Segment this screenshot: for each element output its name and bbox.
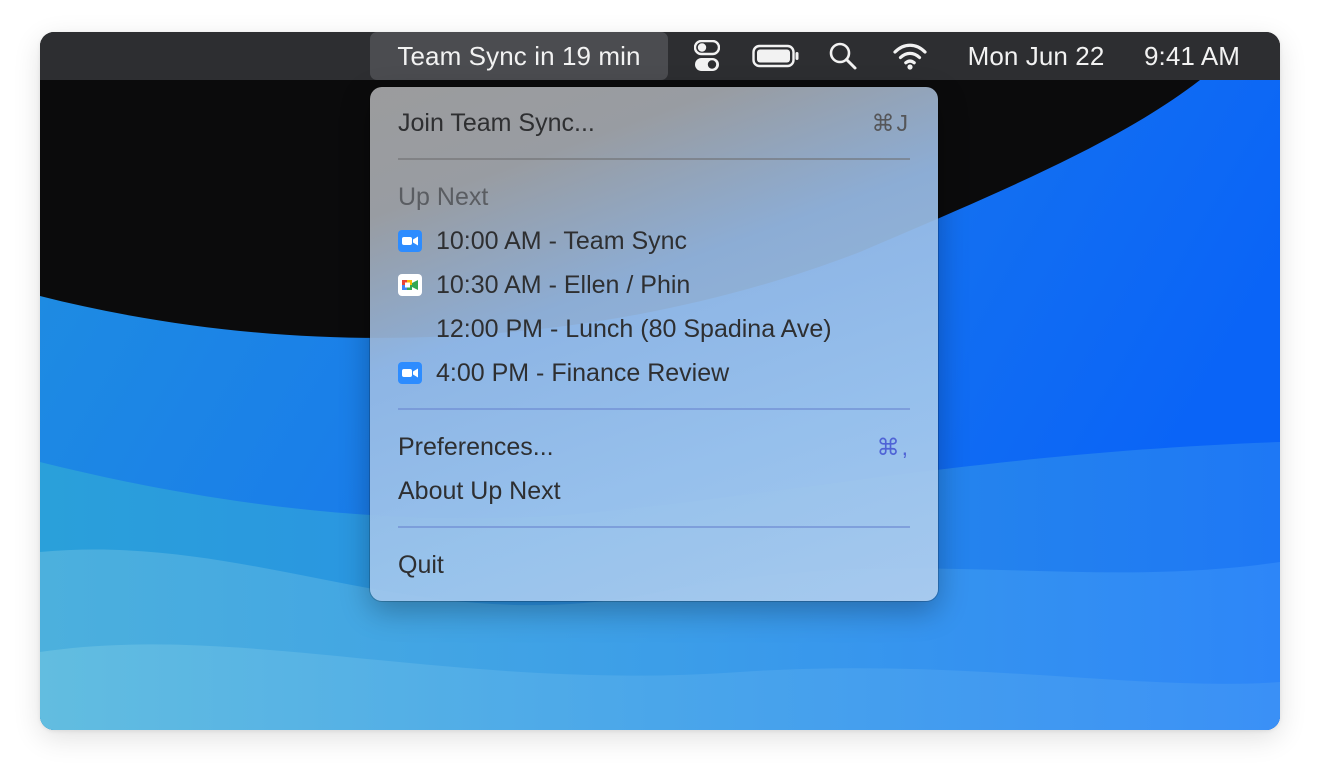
up-next-menu: Join Team Sync... ⌘J Up Next 10:00 AM - … xyxy=(370,87,938,601)
quit-label: Quit xyxy=(398,550,444,579)
menubar-date[interactable]: Mon Jun 22 xyxy=(958,32,1114,80)
section-header-label: Up Next xyxy=(398,182,489,211)
menubar-status-item[interactable]: Team Sync in 19 min xyxy=(370,32,668,80)
google-meet-icon xyxy=(398,274,422,296)
event-item-team-sync[interactable]: 10:00 AM - Team Sync xyxy=(398,221,910,261)
wifi-icon[interactable] xyxy=(892,32,928,80)
about-label: About Up Next xyxy=(398,476,561,505)
event-item-ellen-phin[interactable]: 10:30 AM - Ellen / Phin xyxy=(398,265,910,305)
menu-item-join-meeting[interactable]: Join Team Sync... ⌘J xyxy=(398,103,910,143)
menubar-clock[interactable]: 9:41 AM xyxy=(1136,32,1248,80)
menu-separator xyxy=(398,158,910,160)
event-label: 10:00 AM - Team Sync xyxy=(436,226,688,255)
battery-icon[interactable] xyxy=(750,32,802,80)
join-meeting-label: Join Team Sync... xyxy=(398,108,595,137)
desktop-screen: Team Sync in 19 min Mon Jun 22 9:41 AM J… xyxy=(40,32,1280,730)
spotlight-search-icon[interactable] xyxy=(826,32,860,80)
event-label: 4:00 PM - Finance Review xyxy=(436,358,730,387)
menu-separator xyxy=(398,408,910,410)
date-text: Mon Jun 22 xyxy=(967,40,1105,71)
control-center-icon[interactable] xyxy=(691,32,723,80)
event-item-finance-review[interactable]: 4:00 PM - Finance Review xyxy=(398,353,910,393)
zoom-icon xyxy=(398,230,422,252)
menu-item-preferences[interactable]: Preferences... ⌘, xyxy=(398,427,910,467)
preferences-label: Preferences... xyxy=(398,432,554,461)
zoom-icon xyxy=(398,362,422,384)
join-shortcut: ⌘J xyxy=(871,109,910,136)
menu-item-quit[interactable]: Quit xyxy=(398,545,910,585)
menu-separator xyxy=(398,526,910,528)
menu-item-about[interactable]: About Up Next xyxy=(398,471,910,511)
event-item-lunch[interactable]: 12:00 PM - Lunch (80 Spadina Ave) xyxy=(398,309,910,349)
section-header-up-next: Up Next xyxy=(398,177,910,217)
preferences-shortcut: ⌘, xyxy=(876,433,910,460)
menu-bar: Team Sync in 19 min Mon Jun 22 9:41 AM xyxy=(40,32,1280,80)
event-label: 12:00 PM - Lunch (80 Spadina Ave) xyxy=(436,314,832,343)
status-title: Team Sync in 19 min xyxy=(397,40,641,71)
time-text: 9:41 AM xyxy=(1143,40,1241,71)
event-label: 10:30 AM - Ellen / Phin xyxy=(436,270,691,299)
